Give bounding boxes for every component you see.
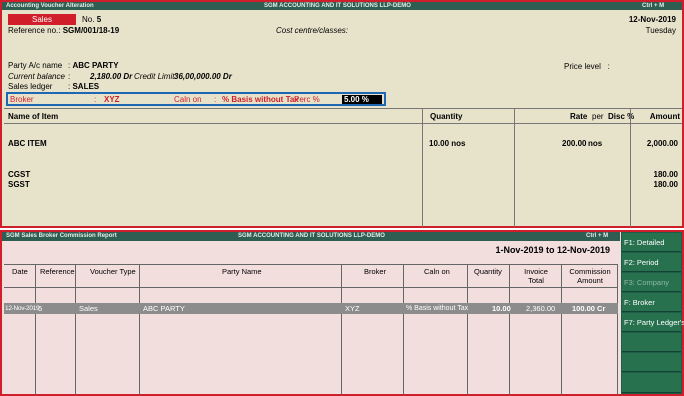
voucher-title: Accounting Voucher Alteration (6, 3, 94, 9)
credit-limit-value: 36,00,000.00 Dr (174, 72, 232, 81)
voucher-date[interactable]: 12-Nov-2019 (629, 15, 676, 24)
cell-voucher-type: Sales (79, 304, 98, 313)
item-name[interactable]: ABC ITEM (8, 139, 47, 148)
empty-button[interactable] (622, 353, 681, 372)
item-quantity[interactable]: 10.00 nos (429, 139, 465, 148)
detailed-button[interactable]: F1: Detailed (622, 233, 681, 252)
price-level-label: Price level (564, 62, 601, 71)
col-voucher-type: Voucher Type (90, 267, 136, 276)
party-value[interactable]: ABC PARTY (72, 61, 118, 70)
tax-sgst-amount: 180.00 (653, 180, 678, 189)
col-commission-amount: Commission Amount (569, 267, 611, 285)
col-reference: Reference (40, 267, 75, 276)
voucher-type-badge[interactable]: Sales (8, 14, 76, 25)
broker-button[interactable]: F: Broker (622, 293, 681, 312)
item-rate[interactable]: 200.00 (562, 139, 586, 148)
report-title: SGM Sales Broker Commission Report (6, 233, 117, 239)
col-rate: Rate (570, 112, 588, 121)
item-table-header: Name of Item Quantity Rate per Disc % Am… (4, 108, 682, 124)
calc-on-label: Caln on (174, 95, 202, 104)
col-amount: Amount (649, 112, 680, 121)
ctrl-m-shortcut[interactable]: Ctrl + M (642, 2, 664, 10)
cell-calc-on: % Basis without Tax (406, 305, 469, 312)
current-balance-label: Current balance (8, 72, 65, 81)
current-balance-value: 2,180.00 Dr (90, 72, 133, 81)
voucher-day: Tuesday (645, 26, 676, 35)
credit-limit-label: Credit Limit: (134, 72, 177, 81)
report-titlebar: SGM Sales Broker Commission Report SGM A… (2, 232, 620, 241)
tax-cgst-amount: 180.00 (653, 170, 678, 179)
tax-cgst-name[interactable]: CGST (8, 170, 30, 179)
report-ctrl-m[interactable]: Ctrl + M (586, 232, 608, 241)
cost-centre-label: Cost centre/classes: (276, 26, 349, 35)
col-quantity: Quantity (430, 112, 463, 121)
broker-label: Broker (10, 95, 34, 104)
empty-button[interactable] (622, 333, 681, 352)
item-amount[interactable]: 2,000.00 (647, 139, 678, 148)
divider (630, 109, 631, 227)
empty-button[interactable] (622, 373, 681, 393)
reference-value[interactable]: SGM/001/18-19 (63, 26, 119, 35)
voucher-window: Accounting Voucher Alteration SGM ACCOUN… (0, 0, 684, 228)
company-name: SGM ACCOUNTING AND IT SOLUTIONS LLP-DEMO (264, 3, 411, 9)
header-divider (4, 287, 618, 288)
calc-on-value[interactable]: % Basis without Tax (222, 95, 299, 104)
col-name-of-item: Name of Item (8, 112, 59, 121)
party-label: Party A/c name (8, 61, 63, 70)
divider (422, 109, 423, 227)
col-calc-on: Caln on (424, 267, 450, 276)
cell-date: 12-Nov-2019 (5, 305, 40, 312)
party-ledgers-button[interactable]: F7: Party Ledger's (622, 313, 684, 332)
report-window: SGM Sales Broker Commission Report SGM A… (0, 230, 684, 396)
col-quantity: Quantity (474, 267, 502, 276)
cell-party-name: ABC PARTY (143, 304, 185, 313)
broker-value[interactable]: XYZ (104, 95, 120, 104)
cell-quantity: 10.00 (492, 304, 511, 313)
voucher-titlebar: Accounting Voucher Alteration SGM ACCOUN… (2, 2, 682, 10)
perc-label: Perc % (294, 95, 320, 104)
company-button[interactable]: F3: Company (622, 273, 681, 292)
item-per[interactable]: nos (588, 139, 602, 148)
voucher-no-label: No. (82, 15, 95, 24)
divider (514, 109, 515, 227)
period-button[interactable]: F2: Period (622, 253, 681, 272)
col-invoice-total: Invoice Total (524, 267, 548, 285)
cell-commission: 100.00 Cr (572, 304, 606, 313)
sales-ledger-value[interactable]: SALES (72, 82, 99, 91)
report-period[interactable]: 1-Nov-2019 to 12-Nov-2019 (495, 245, 610, 255)
col-date: Date (12, 267, 28, 276)
broker-row[interactable]: Broker : XYZ Caln on : % Basis without T… (6, 92, 386, 106)
cell-invoice-total: 2,360.00 (526, 304, 556, 313)
voucher-no-value[interactable]: 5 (97, 15, 101, 24)
reference-label: Reference no.: (8, 26, 61, 35)
col-broker: Broker (364, 267, 387, 276)
sales-ledger-label: Sales ledger (8, 82, 53, 91)
table-row[interactable]: 12-Nov-2019 5 Sales ABC PARTY XYZ % Basi… (4, 303, 618, 314)
tax-sgst-name[interactable]: SGST (8, 180, 30, 189)
cell-broker: XYZ (345, 304, 360, 313)
report-table: Date Reference Voucher Type Party Name B… (4, 264, 618, 395)
col-party-name: Party Name (222, 267, 262, 276)
cell-reference: 5 (38, 304, 43, 313)
side-button-bar: F1: Detailed F2: Period F3: Company F: B… (621, 232, 684, 394)
col-per: per (592, 112, 604, 121)
report-company-name: SGM ACCOUNTING AND IT SOLUTIONS LLP-DEMO (238, 233, 385, 239)
perc-input[interactable]: 5.00 % (342, 95, 382, 104)
